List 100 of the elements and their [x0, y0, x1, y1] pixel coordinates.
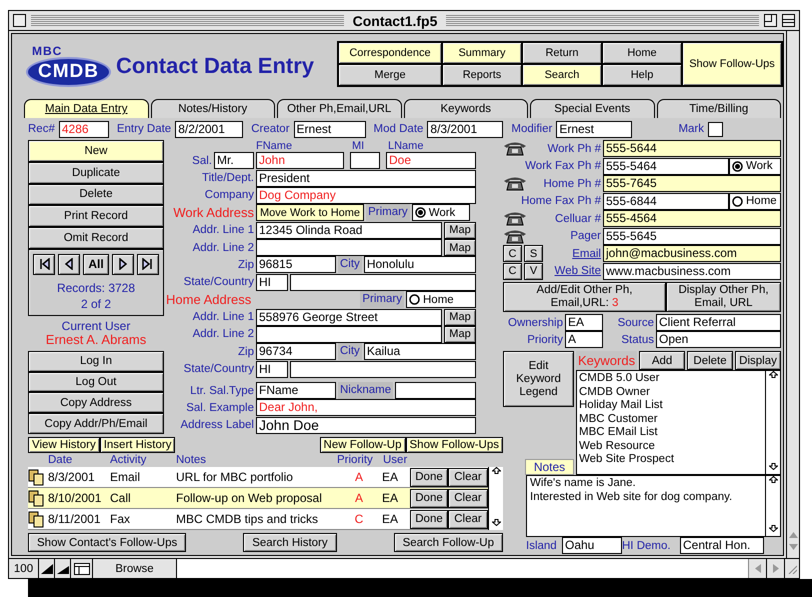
user-button[interactable]: Log Out [28, 372, 164, 392]
zip-field[interactable]: 96815 [256, 256, 336, 274]
keyword-button[interactable]: Delete [687, 351, 734, 370]
address-field[interactable]: 558976 George Street [256, 308, 442, 326]
address-field[interactable]: 12345 Olinda Road [256, 222, 442, 239]
record-field[interactable]: 8/3/2001 [427, 120, 504, 138]
demographic-field[interactable]: Central Hon. [680, 537, 764, 554]
primary-radio[interactable]: Work [412, 204, 470, 222]
tab[interactable]: Special Events [530, 99, 654, 118]
record-button[interactable]: Delete [28, 184, 164, 206]
contact-field[interactable]: 555-7645 [603, 175, 781, 192]
all-records-button[interactable]: All [83, 254, 109, 275]
contact-field[interactable]: 555-5645 [603, 228, 781, 245]
notes-field[interactable]: Wife's name is Jane. Interested in Web site for dog company. [526, 475, 781, 537]
classification-field[interactable]: EA [565, 314, 603, 331]
nav-button[interactable]: Merge [338, 64, 442, 86]
history-search-button[interactable]: Search History [243, 533, 337, 552]
history-row[interactable]: 8/11/2001 Fax MBC CMDB tips and tricks C EA Done Clear [28, 509, 488, 530]
contact-field[interactable]: 555-5464 [603, 158, 729, 175]
contact-field[interactable]: 555-4564 [603, 210, 781, 228]
zoom-out-icon[interactable] [39, 559, 55, 578]
follow-ups-button[interactable]: Show Follow-Ups [682, 42, 782, 86]
scrollbar[interactable] [765, 371, 780, 474]
clear-button[interactable]: Clear [448, 468, 488, 486]
done-button[interactable]: Done [410, 468, 448, 486]
keyword-item[interactable]: Holiday Mail List [579, 399, 763, 412]
history-row[interactable]: 8/3/2001 Email URL for MBC portfolio A EA Done Clear [28, 467, 488, 488]
city-field[interactable]: Honolulu [364, 256, 476, 274]
nav-button[interactable]: Home [602, 42, 682, 64]
display-other-contacts-button[interactable]: Display Other Ph, Email, URL [666, 282, 781, 312]
keyword-item[interactable]: CMDB Owner [579, 386, 763, 399]
state-field[interactable]: HI [256, 360, 288, 378]
primary-radio[interactable]: Work [729, 158, 781, 175]
last-record-button[interactable] [137, 254, 159, 275]
country-field[interactable] [290, 360, 476, 378]
country-field[interactable] [290, 274, 476, 291]
keyword-item[interactable]: Web Resource [579, 440, 763, 453]
done-button[interactable]: Done [410, 488, 448, 508]
contact-field[interactable]: john@macbusiness.com [603, 245, 781, 262]
salutation-field[interactable]: Mr. [214, 152, 254, 170]
record-field[interactable]: Ernest [556, 120, 632, 138]
next-record-button[interactable] [112, 254, 134, 275]
done-button[interactable]: Done [410, 510, 448, 528]
last-name-field[interactable]: Doe [386, 152, 476, 170]
address-field[interactable] [256, 326, 442, 343]
nav-button[interactable]: Reports [442, 64, 522, 86]
history-search-button[interactable]: Show Contact's Follow-Ups [28, 533, 186, 552]
record-field[interactable]: 8/2/2001 [175, 120, 244, 138]
edit-other-contacts-button[interactable]: Add/Edit Other Ph, Email,URL: 3 [503, 282, 666, 312]
classification-field[interactable]: Client Referral [656, 314, 781, 331]
close-box-icon[interactable] [13, 14, 26, 27]
tab[interactable]: Keywords [404, 99, 528, 118]
classification-field[interactable]: A [565, 331, 603, 348]
city-field[interactable]: Kailua [364, 343, 476, 360]
nav-button[interactable]: Help [602, 64, 682, 86]
follow-up-button[interactable]: Show Follow-Ups [406, 437, 503, 453]
nav-button[interactable]: Return [522, 42, 602, 64]
contact-link[interactable]: Web Site [554, 265, 601, 278]
contact-action-button[interactable]: V [524, 262, 543, 280]
contact-field[interactable]: www.macbusiness.com [603, 262, 781, 280]
salutation-type-field[interactable]: FName [256, 382, 336, 400]
contact-action-button[interactable]: C [503, 245, 522, 262]
contact-field[interactable]: 555-6844 [603, 192, 729, 210]
first-record-button[interactable] [33, 254, 55, 275]
middle-initial-field[interactable] [350, 152, 380, 170]
tab[interactable]: Other Ph,Email,URL [277, 99, 402, 118]
zip-field[interactable]: 96734 [256, 343, 336, 360]
tab[interactable]: Main Data Entry [24, 99, 148, 118]
history-button[interactable]: Insert History [100, 437, 176, 453]
first-name-field[interactable]: John [256, 152, 344, 170]
scrollbar[interactable] [488, 467, 503, 530]
user-button[interactable]: Copy Address [28, 392, 164, 414]
record-button[interactable]: Omit Record [28, 227, 164, 249]
record-button[interactable]: Print Record [28, 205, 164, 228]
keyword-button[interactable]: Display [735, 351, 781, 370]
status-area-icon[interactable] [71, 559, 93, 578]
previous-record-button[interactable] [58, 254, 80, 275]
contact-field[interactable]: 555-5644 [603, 140, 781, 158]
keyword-item[interactable]: MBC Customer [579, 412, 763, 426]
move-address-button[interactable]: Move Work to Home [256, 204, 364, 222]
keyword-button[interactable]: Add [639, 351, 686, 370]
user-button[interactable]: Copy Addr/Ph/Email [28, 413, 164, 434]
record-field[interactable]: Ernest [294, 120, 366, 138]
follow-up-button[interactable]: New Follow-Up [320, 437, 406, 453]
record-button[interactable]: Duplicate [28, 162, 164, 184]
collapse-box-icon[interactable] [782, 14, 796, 27]
scrollbar[interactable] [765, 476, 780, 536]
primary-radio[interactable]: Home [406, 291, 476, 308]
keyword-item[interactable]: CMDB 5.0 User [579, 372, 763, 386]
map-button[interactable]: Map [444, 308, 476, 326]
company-field[interactable]: Dog Company [256, 186, 476, 204]
title-field[interactable]: President [256, 170, 476, 187]
primary-radio[interactable]: Home [729, 192, 781, 210]
contact-action-button[interactable]: C [503, 262, 522, 280]
zoom-box-icon[interactable] [764, 14, 778, 27]
clear-button[interactable]: Clear [448, 510, 488, 528]
map-button[interactable]: Map [444, 222, 476, 239]
history-row[interactable]: 8/10/2001 Call Follow-up on Web proposal A EA Done Clear [28, 488, 488, 509]
nickname-field[interactable] [395, 382, 476, 400]
contact-action-button[interactable]: S [524, 245, 543, 262]
